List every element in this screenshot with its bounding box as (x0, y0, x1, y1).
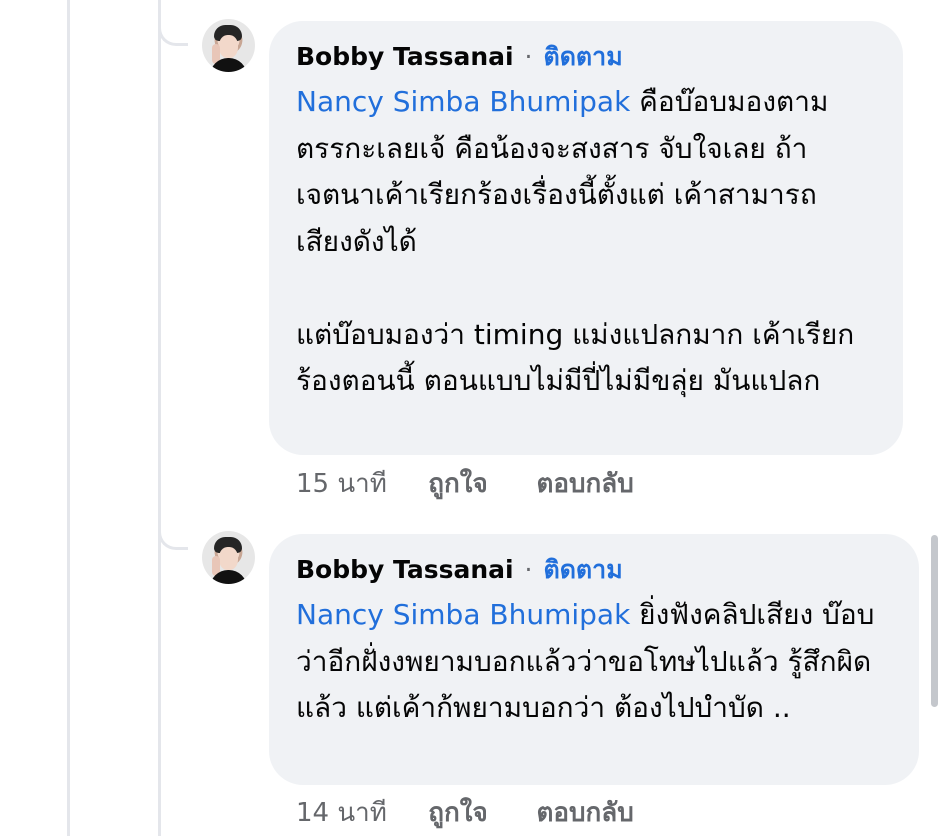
avatar-face (219, 35, 238, 58)
author-name[interactable]: Bobby Tassanai (296, 555, 514, 584)
comment-bubble: Bobby Tassanai · ติดตาม Nancy Simba Bhum… (269, 534, 919, 785)
mention-link[interactable]: Nancy Simba Bhumipak (296, 85, 630, 118)
comment-text: Nancy Simba Bhumipak คือบ๊อบมองตามตรรกะเ… (296, 79, 872, 405)
like-button[interactable]: ถูกใจ (428, 468, 528, 500)
follow-link[interactable]: ติดตาม (543, 555, 622, 584)
avatar[interactable] (202, 531, 255, 584)
like-button[interactable]: ถูกใจ (428, 797, 528, 829)
comment-header: Bobby Tassanai · ติดตาม (296, 42, 872, 72)
author-name[interactable]: Bobby Tassanai (296, 42, 514, 71)
follow-link[interactable]: ติดตาม (543, 42, 622, 71)
avatar-face (219, 547, 238, 570)
outer-thread-line (67, 0, 70, 836)
comment-header: Bobby Tassanai · ติดตาม (296, 555, 888, 585)
comment-timestamp[interactable]: 15 นาที (296, 468, 420, 500)
reply-connector-line (158, 0, 188, 46)
separator-dot: · (524, 555, 533, 584)
reply-connector-line (158, 524, 188, 550)
comment-actions: 15 นาที ถูกใจ ตอบกลับ (296, 468, 634, 500)
reply-button[interactable]: ตอบกลับ (537, 797, 634, 829)
comment-bubble: Bobby Tassanai · ติดตาม Nancy Simba Bhum… (269, 21, 903, 455)
comment-actions: 14 นาที ถูกใจ ตอบกลับ (296, 797, 634, 829)
comment-body: คือบ๊อบมองตามตรรกะเลยเจ้ คือน้องจะสงสาร … (296, 85, 855, 397)
mention-link[interactable]: Nancy Simba Bhumipak (296, 598, 630, 631)
scrollbar-thumb[interactable] (931, 535, 938, 707)
separator-dot: · (524, 42, 533, 71)
avatar[interactable] (202, 19, 255, 72)
comment-timestamp[interactable]: 14 นาที (296, 797, 420, 829)
reply-thread-line (158, 0, 161, 836)
comment-text: Nancy Simba Bhumipak ยิ่งฟังคลิปเสียง บ๊… (296, 592, 888, 732)
reply-button[interactable]: ตอบกลับ (537, 468, 634, 500)
